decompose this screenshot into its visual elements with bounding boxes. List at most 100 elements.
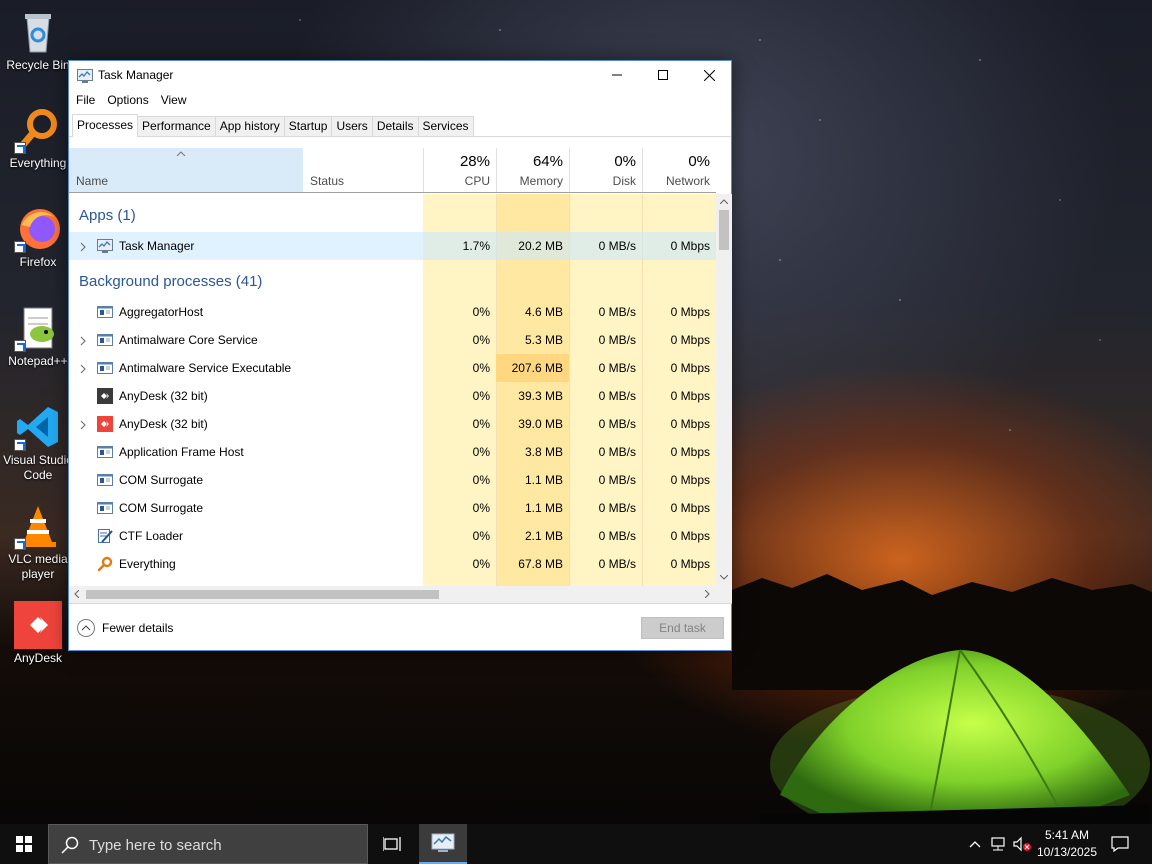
group-header-background[interactable]: Background processes (41) xyxy=(69,266,716,298)
expand-chevron-icon[interactable] xyxy=(78,419,88,430)
network-tray-button[interactable] xyxy=(986,824,1010,864)
process-name: AnyDesk (32 bit) xyxy=(119,389,208,403)
column-header-disk[interactable]: 0% Disk xyxy=(569,148,642,192)
desktop-icon-label: AnyDesk xyxy=(13,651,63,665)
task-manager-icon xyxy=(77,69,93,83)
network-value: 0 Mbps xyxy=(670,529,710,543)
disk-value: 0 MB/s xyxy=(598,445,636,459)
process-row[interactable]: COM Surrogate 0% 1.1 MB 0 MB/s 0 Mbps xyxy=(69,494,716,522)
notepad-plus-plus-icon xyxy=(14,304,62,352)
process-row[interactable]: Antimalware Core Service 0% 5.3 MB 0 MB/s 0 … xyxy=(69,326,716,354)
column-header-status[interactable]: Status xyxy=(303,148,423,192)
process-row[interactable]: AggregatorHost 0% 4.6 MB 0 MB/s 0 Mbps xyxy=(69,298,716,326)
close-button[interactable] xyxy=(686,61,732,89)
firefox-icon xyxy=(14,205,62,253)
shortcut-arrow-icon xyxy=(14,439,26,451)
network-value: 0 Mbps xyxy=(670,305,710,319)
anydesk-dark-icon xyxy=(97,388,113,404)
desktop-icon-everything[interactable]: Everything xyxy=(0,106,76,171)
menu-file[interactable]: File xyxy=(75,93,101,107)
tab-users[interactable]: Users xyxy=(331,116,373,136)
column-header-cpu[interactable]: 28% CPU xyxy=(423,148,496,192)
column-header-name[interactable]: Name xyxy=(69,148,303,192)
maximize-button[interactable] xyxy=(640,61,686,89)
network-value: 0 Mbps xyxy=(670,557,710,571)
desktop-icon-label: VLC media player xyxy=(8,552,68,581)
scroll-left-icon[interactable] xyxy=(74,590,79,598)
vertical-scroll-thumb[interactable] xyxy=(719,210,729,250)
memory-value: 20.2 MB xyxy=(518,239,563,253)
start-button[interactable] xyxy=(0,824,48,864)
scroll-down-icon[interactable] xyxy=(720,575,728,580)
menu-view[interactable]: View xyxy=(160,93,193,107)
everything-icon xyxy=(97,556,113,572)
process-row[interactable]: Antimalware Service Executable 0% 207.6 MB… xyxy=(69,354,716,382)
column-label-memory: Memory xyxy=(519,174,563,188)
minimize-icon xyxy=(612,74,622,76)
process-row[interactable]: AnyDesk (32 bit) 0% 39.3 MB 0 MB/s 0 Mbps xyxy=(69,382,716,410)
horizontal-scroll-thumb[interactable] xyxy=(86,590,439,599)
menu-bar: File Options View xyxy=(69,89,731,111)
scroll-up-icon[interactable] xyxy=(720,199,728,204)
column-label-cpu: CPU xyxy=(464,174,490,188)
process-name: Application Frame Host xyxy=(119,445,244,459)
desktop-icon-vscode[interactable]: Visual Studio Code xyxy=(0,403,76,483)
title-bar[interactable]: Task Manager xyxy=(69,61,731,89)
column-label-network: Network xyxy=(665,174,710,188)
desktop-icon-recycle-bin[interactable]: Recycle Bin xyxy=(0,8,76,73)
tab-services[interactable]: Services xyxy=(417,116,474,136)
expand-chevron-icon[interactable] xyxy=(78,335,88,346)
desktop-icon-anydesk[interactable]: AnyDesk xyxy=(0,601,76,666)
process-name: AnyDesk (32 bit) xyxy=(119,417,208,431)
menu-options[interactable]: Options xyxy=(106,93,154,107)
column-header-memory[interactable]: 64% Memory xyxy=(496,148,569,192)
process-list: Apps (1) Background processes (41) Task … xyxy=(69,194,716,586)
windows-logo-icon xyxy=(16,836,32,852)
tab-app-history[interactable]: App history xyxy=(214,116,285,136)
desktop-icon-vlc[interactable]: VLC media player xyxy=(0,502,76,582)
process-row[interactable]: CTF Loader 0% 2.1 MB 0 MB/s 0 Mbps xyxy=(69,522,716,550)
network-value: 0 Mbps xyxy=(670,239,710,253)
tab-details[interactable]: Details xyxy=(371,116,419,136)
desktop-icon-firefox[interactable]: Firefox xyxy=(0,205,76,270)
service-icon xyxy=(97,304,113,320)
task-manager-icon xyxy=(431,833,455,852)
memory-value: 67.8 MB xyxy=(518,557,563,571)
process-row[interactable]: AnyDesk (32 bit) 0% 39.0 MB 0 MB/s 0 Mbps xyxy=(69,410,716,438)
horizontal-scrollbar[interactable] xyxy=(69,586,716,603)
end-task-button[interactable]: End task xyxy=(641,617,724,639)
fewer-details-link[interactable]: Fewer details xyxy=(102,621,173,635)
process-row[interactable]: Everything 0% 67.8 MB 0 MB/s 0 Mbps xyxy=(69,550,716,578)
process-name: Antimalware Service Executable xyxy=(119,361,292,375)
group-title-apps: Apps (1) xyxy=(79,207,136,224)
process-name: COM Surrogate xyxy=(119,501,204,515)
network-wired-icon xyxy=(991,837,1005,851)
show-hidden-icons-button[interactable] xyxy=(964,824,986,864)
footer: Fewer details End task xyxy=(69,603,732,651)
tab-startup[interactable]: Startup xyxy=(283,116,333,136)
shortcut-arrow-icon xyxy=(14,142,26,154)
expand-chevron-icon[interactable] xyxy=(78,363,88,374)
anydesk-icon xyxy=(97,416,113,432)
tab-performance[interactable]: Performance xyxy=(137,116,216,136)
process-row[interactable]: COM Surrogate 0% 1.1 MB 0 MB/s 0 Mbps xyxy=(69,466,716,494)
minimize-button[interactable] xyxy=(594,61,640,89)
taskbar-task-manager-button[interactable] xyxy=(419,824,467,864)
desktop-icon-notepad-plus-plus[interactable]: Notepad++ xyxy=(0,304,76,369)
memory-value: 1.1 MB xyxy=(524,501,563,515)
collapse-up-icon[interactable] xyxy=(77,619,95,637)
process-name: Antimalware Core Service xyxy=(119,333,258,347)
group-header-apps[interactable]: Apps (1) xyxy=(69,200,716,232)
process-row[interactable]: Application Frame Host 0% 3.8 MB 0 MB/s 0 Mb… xyxy=(69,438,716,466)
task-view-button[interactable] xyxy=(376,824,408,864)
expand-chevron-icon[interactable] xyxy=(78,241,88,252)
action-center-button[interactable] xyxy=(1104,824,1136,864)
app-row[interactable]: Task Manager 1.7% 20.2 MB 0 MB/s 0 Mbps xyxy=(69,232,716,260)
vertical-scrollbar[interactable] xyxy=(716,194,732,586)
scroll-right-icon[interactable] xyxy=(705,590,710,598)
chevron-up-icon xyxy=(969,841,981,848)
tab-processes[interactable]: Processes xyxy=(72,114,139,137)
taskbar-search-box[interactable]: Type here to search xyxy=(48,824,368,864)
taskbar-clock[interactable]: 5:41 AM 10/13/2025 xyxy=(1030,827,1104,861)
column-header-network[interactable]: 0% Network xyxy=(642,148,716,192)
